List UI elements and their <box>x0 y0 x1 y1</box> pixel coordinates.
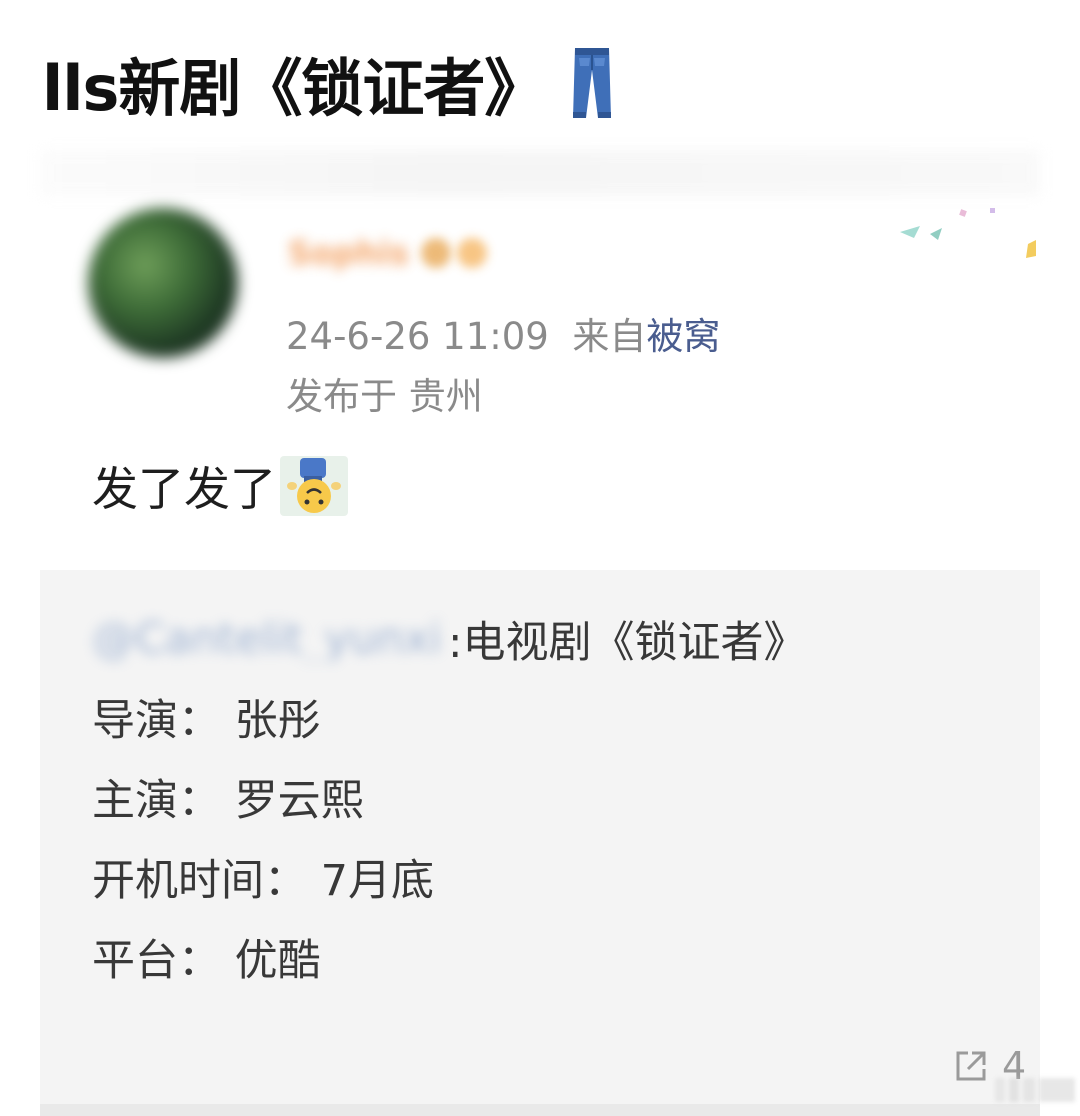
vip-badge-icon <box>420 238 451 268</box>
avatar[interactable] <box>88 208 238 358</box>
post-text: 发了发了 <box>92 462 276 516</box>
blurred-background-strip <box>40 150 1040 196</box>
watermark <box>995 1078 1075 1102</box>
repost-line-cast: 主演： 罗云熙 <box>92 776 364 826</box>
share-icon <box>952 1047 990 1085</box>
page-title: lls新剧《锁证者》 <box>42 52 546 125</box>
page-title-row: lls新剧《锁证者》 <box>42 38 615 128</box>
repost-username[interactable]: @Cantelit_yunxi <box>92 617 444 661</box>
repost-card[interactable]: @Cantelit_yunxi :电视剧《锁证者》 导演： 张彤 主演： 罗云熙… <box>40 570 1040 1116</box>
post-source-link[interactable]: 被窝 <box>646 315 720 358</box>
author-name[interactable]: Sophis <box>282 233 415 273</box>
author-row: Sophis <box>282 226 582 280</box>
weibo-post-card: Sophis 24-6-26 11:09 来自被窝 发布于 贵州 发了发了 @C… <box>40 150 1040 1116</box>
repost-title: :电视剧《锁证者》 <box>448 618 807 668</box>
repost-line-start-time: 开机时间： 7月底 <box>92 856 435 906</box>
source-prefix: 来自 <box>572 315 647 358</box>
upside-down-face-icon <box>280 456 348 516</box>
jeans-icon <box>569 44 615 122</box>
decorative-confetti <box>890 204 1040 274</box>
repost-header: @Cantelit_yunxi :电视剧《锁证者》 <box>92 608 807 670</box>
repost-line-platform: 平台： 优酷 <box>92 936 321 986</box>
post-meta: 24-6-26 11:09 来自被窝 <box>286 306 720 360</box>
post-timestamp: 24-6-26 11:09 <box>286 315 549 358</box>
card-bottom-edge <box>40 1104 1040 1116</box>
medal-badge-icon <box>456 238 487 268</box>
post-body: 发了发了 <box>92 456 348 516</box>
repost-line-director: 导演： 张彤 <box>92 696 321 746</box>
post-location: 发布于 贵州 <box>286 375 483 418</box>
